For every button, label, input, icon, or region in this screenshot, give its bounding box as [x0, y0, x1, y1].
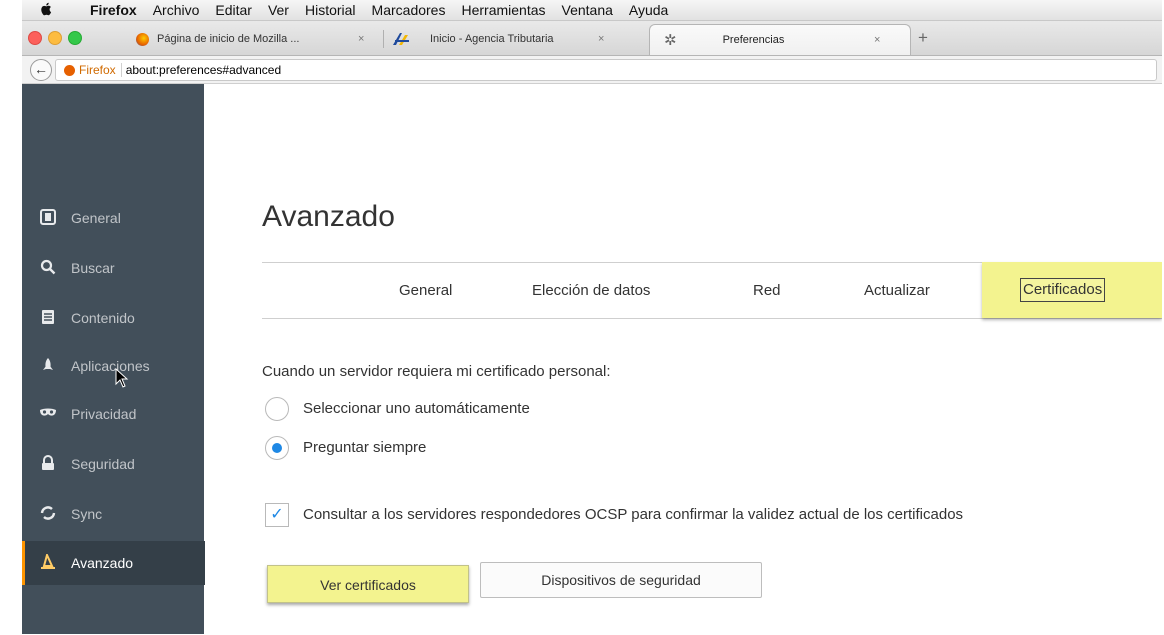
- security-devices-button[interactable]: Dispositivos de seguridad: [480, 562, 762, 598]
- sidebar-item-buscar[interactable]: Buscar: [22, 246, 204, 290]
- close-tab-icon[interactable]: ×: [358, 33, 364, 45]
- menu-ventana[interactable]: Ventana: [562, 2, 613, 18]
- sidebar-item-contenido[interactable]: Contenido: [22, 296, 204, 340]
- ocsp-checkbox-label[interactable]: Consultar a los servidores respondedores…: [303, 506, 963, 523]
- sidebar-item-label: Seguridad: [71, 456, 135, 472]
- tab-preferencias[interactable]: ✲ Preferencias ×: [649, 24, 911, 55]
- radio-seleccionar-automaticamente[interactable]: [265, 397, 289, 421]
- sidebar-item-sync[interactable]: Sync: [22, 492, 204, 536]
- radio-preguntar-siempre[interactable]: [265, 436, 289, 460]
- tab-label: Inicio - Agencia Tributaria: [430, 33, 554, 45]
- close-tab-icon[interactable]: ×: [874, 34, 880, 46]
- tab-label: Página de inicio de Mozilla ...: [157, 33, 300, 45]
- tab-red[interactable]: Red: [753, 282, 781, 299]
- sidebar-item-label: Privacidad: [71, 406, 137, 422]
- menu-marcadores[interactable]: Marcadores: [372, 2, 446, 18]
- tab-eleccion-de-datos[interactable]: Elección de datos: [532, 282, 650, 299]
- sidebar-item-label: Contenido: [71, 310, 135, 326]
- sidebar-item-avanzado[interactable]: Avanzado: [22, 541, 205, 585]
- sidebar-item-seguridad[interactable]: Seguridad: [22, 442, 204, 486]
- ocsp-checkbox[interactable]: ✓: [265, 503, 289, 527]
- search-icon: [39, 259, 57, 277]
- page-title: Avanzado: [262, 200, 395, 233]
- radio-label-preguntar[interactable]: Preguntar siempre: [303, 439, 426, 456]
- tab-certificados[interactable]: Certificados: [1020, 278, 1106, 302]
- tab-bar: Página de inicio de Mozilla ... × Inicio…: [22, 21, 1162, 56]
- menu-ayuda[interactable]: Ayuda: [629, 2, 668, 18]
- sidebar-item-aplicaciones[interactable]: Aplicaciones: [22, 344, 204, 388]
- url-bar[interactable]: Firefox about:preferences#advanced: [55, 59, 1157, 81]
- sidebar-item-label: Avanzado: [71, 555, 134, 571]
- url-text[interactable]: about:preferences#advanced: [126, 63, 281, 77]
- menu-ver[interactable]: Ver: [268, 2, 289, 18]
- general-icon: [39, 209, 57, 227]
- tab-actualizar[interactable]: Actualizar: [864, 282, 930, 299]
- agencia-tributaria-icon: [392, 31, 410, 47]
- tab-agencia-tributaria[interactable]: Inicio - Agencia Tributaria ×: [386, 24, 636, 54]
- lock-icon: [39, 455, 57, 473]
- tab-mozilla[interactable]: Página de inicio de Mozilla ... ×: [130, 24, 380, 54]
- sidebar-item-label: Buscar: [71, 260, 115, 276]
- tab-general[interactable]: General: [399, 282, 452, 299]
- sidebar-item-label: Aplicaciones: [71, 358, 150, 374]
- mask-icon: [39, 405, 57, 423]
- menu-historial[interactable]: Historial: [305, 2, 356, 18]
- new-tab-button[interactable]: +: [918, 28, 928, 48]
- wizard-hat-icon: [39, 552, 57, 572]
- sync-icon: [39, 505, 57, 523]
- menu-firefox[interactable]: Firefox: [90, 2, 137, 18]
- close-tab-icon[interactable]: ×: [598, 33, 604, 45]
- rocket-icon: [39, 357, 57, 375]
- browser-window: Firefox Archivo Editar Ver Historial Mar…: [22, 0, 1162, 634]
- zoom-window-button[interactable]: [68, 31, 82, 45]
- radio-label-automatico[interactable]: Seleccionar uno automáticamente: [303, 400, 530, 417]
- sidebar-item-general[interactable]: General: [22, 196, 204, 240]
- close-window-button[interactable]: [28, 31, 42, 45]
- document-icon: [39, 309, 57, 327]
- sidebar-item-label: General: [71, 210, 121, 226]
- apple-logo-icon[interactable]: [40, 2, 60, 19]
- back-button[interactable]: ←: [30, 59, 52, 81]
- menu-archivo[interactable]: Archivo: [153, 2, 200, 18]
- identity-label[interactable]: Firefox: [79, 63, 122, 77]
- firefox-icon: [64, 64, 75, 76]
- gear-icon: ✲: [664, 32, 677, 49]
- menu-herramientas[interactable]: Herramientas: [461, 2, 545, 18]
- tab-label: Preferencias: [722, 34, 785, 46]
- minimize-window-button[interactable]: [48, 31, 62, 45]
- navigation-bar: ← Firefox about:preferences#advanced: [22, 56, 1162, 84]
- menu-editar[interactable]: Editar: [215, 2, 252, 18]
- menu-bar: Firefox Archivo Editar Ver Historial Mar…: [22, 0, 1162, 21]
- divider: [262, 318, 1162, 319]
- firefox-icon: [136, 32, 149, 46]
- sidebar-top: [22, 84, 204, 146]
- tab-certificados-highlight: Certificados: [982, 262, 1162, 318]
- view-certificates-button[interactable]: Ver certificados: [267, 565, 469, 603]
- sidebar-item-label: Sync: [71, 506, 103, 522]
- sidebar-item-privacidad[interactable]: Privacidad: [22, 392, 204, 436]
- certificate-request-label: Cuando un servidor requiera mi certifica…: [262, 363, 611, 380]
